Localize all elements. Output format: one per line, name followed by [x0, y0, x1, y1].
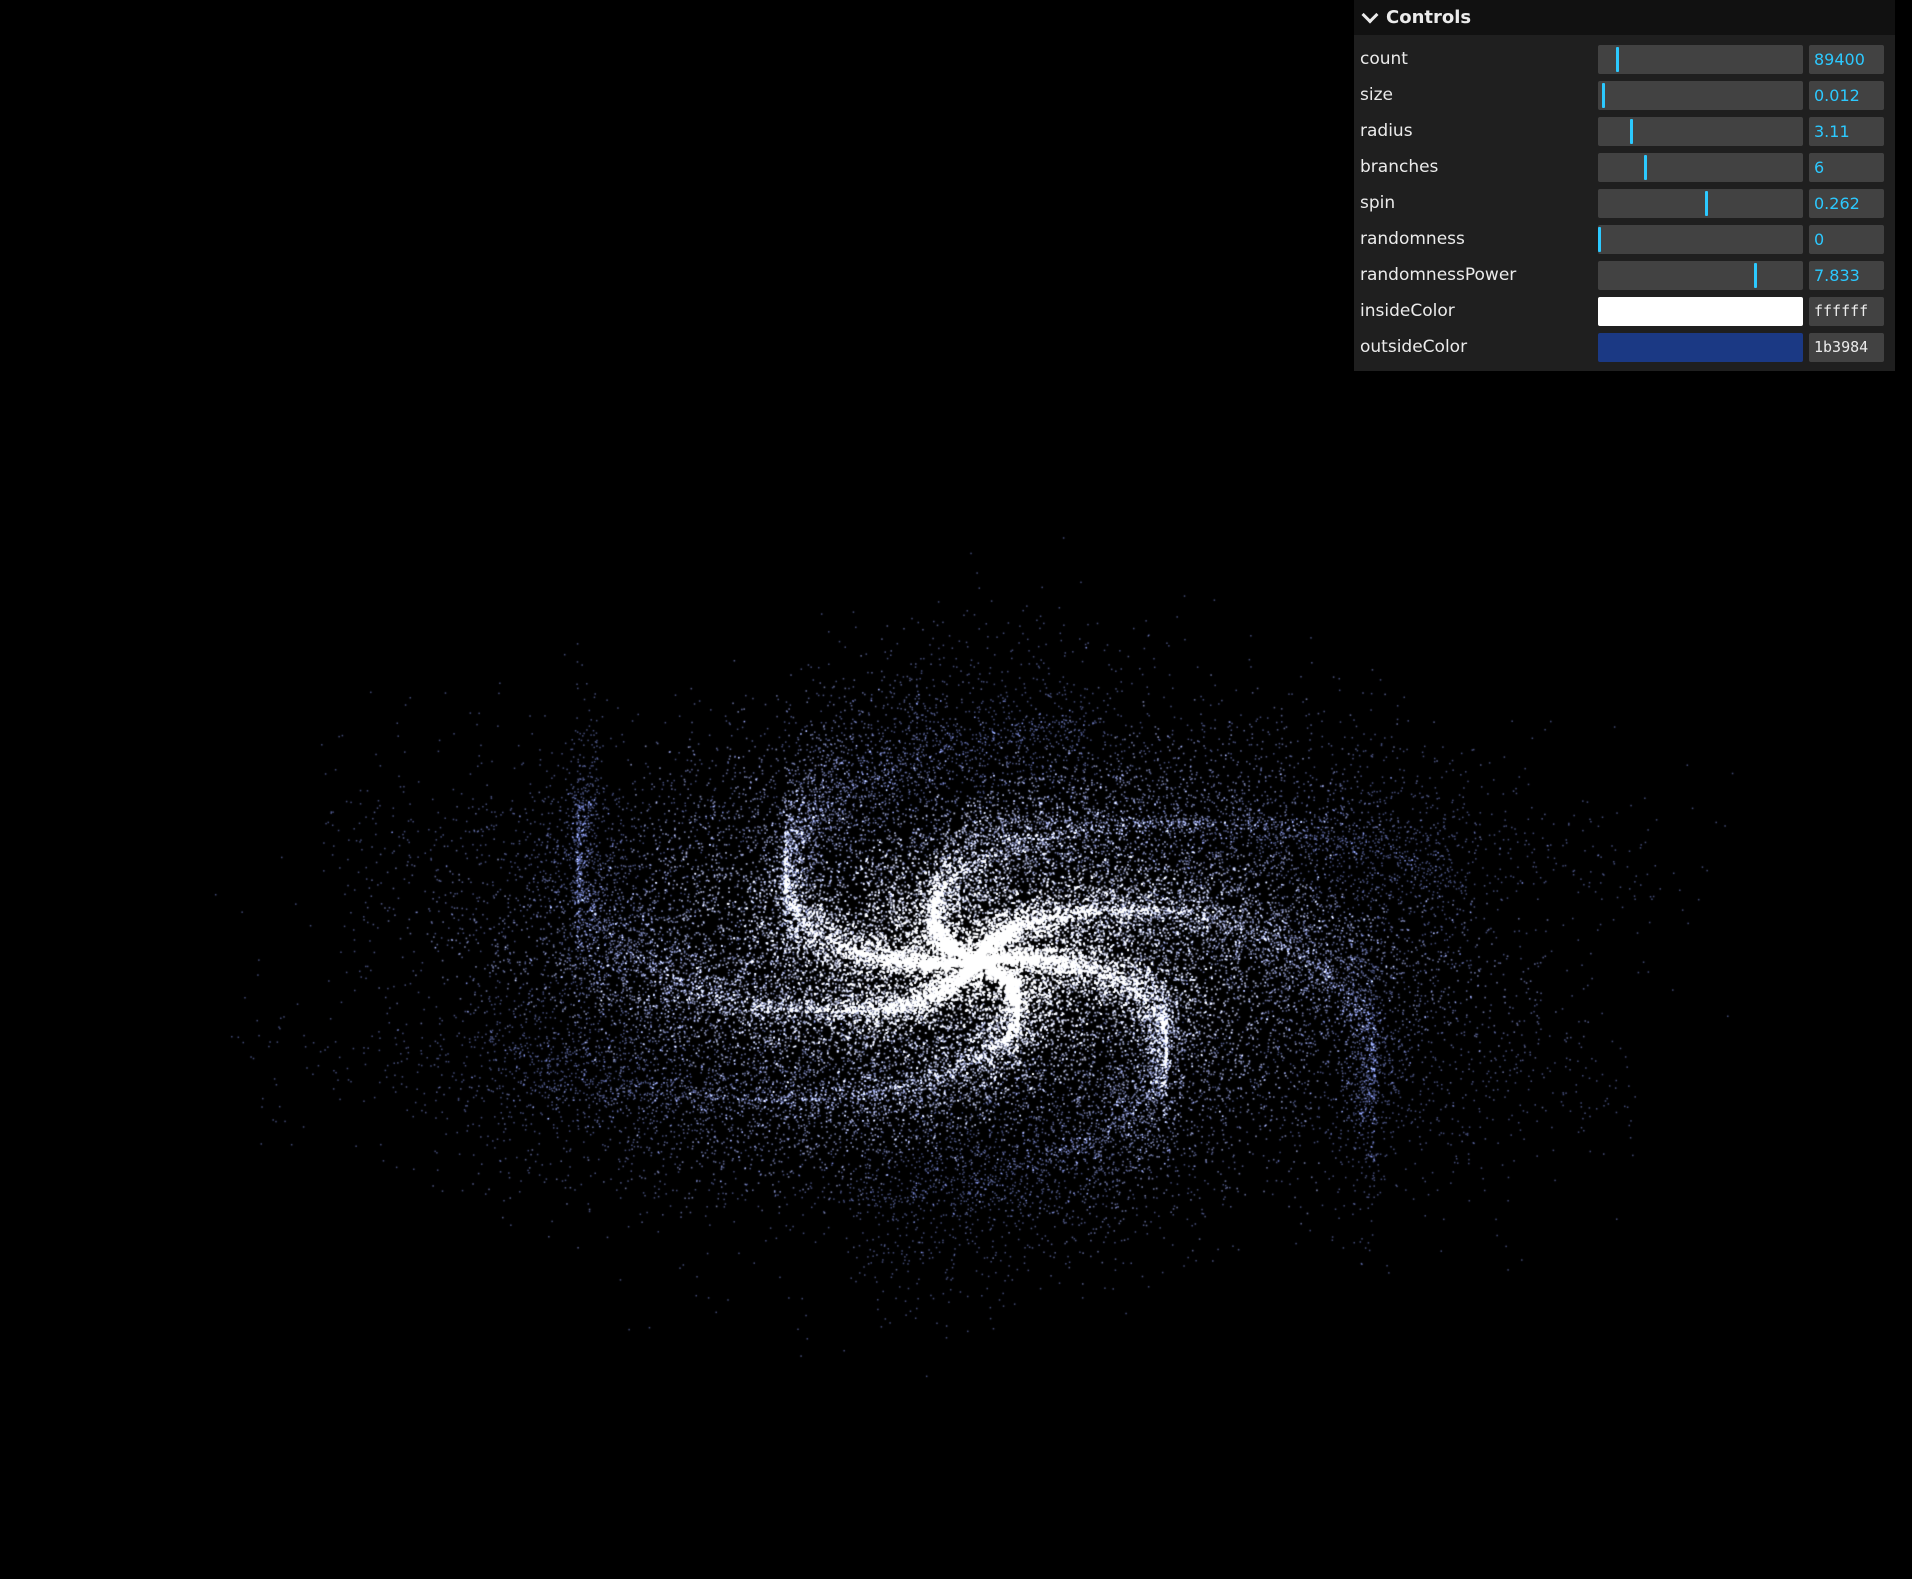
control-label-randomness: randomness — [1360, 229, 1465, 249]
outside-color-hex-input[interactable]: 1b3984 — [1809, 332, 1884, 362]
outside-color-swatch[interactable] — [1598, 332, 1803, 362]
control-row-count: count 89400 — [1360, 41, 1889, 77]
control-label-radius: radius — [1360, 121, 1413, 141]
control-row-spin: spin 0.262 — [1360, 185, 1889, 221]
controls-title: Controls — [1386, 7, 1472, 28]
control-label-count: count — [1360, 49, 1408, 69]
slider-handle[interactable] — [1705, 190, 1708, 216]
size-value-input[interactable]: 0.012 — [1809, 80, 1884, 110]
randomness-slider[interactable] — [1598, 224, 1803, 254]
slider-handle[interactable] — [1644, 154, 1647, 180]
count-slider[interactable] — [1598, 44, 1803, 74]
control-row-outsidecolor: outsideColor 1b3984 — [1360, 329, 1889, 365]
controls-title-bar[interactable]: Controls — [1354, 0, 1895, 35]
randomnesspower-slider[interactable] — [1598, 260, 1803, 290]
slider-handle[interactable] — [1598, 226, 1601, 252]
control-row-insidecolor: insideColor ffffff — [1360, 293, 1889, 329]
controls-panel: Controls count 89400 size 0.012 radius 3… — [1354, 0, 1895, 371]
slider-handle[interactable] — [1602, 82, 1605, 108]
control-row-radius: radius 3.11 — [1360, 113, 1889, 149]
control-label-insidecolor: insideColor — [1360, 301, 1455, 321]
control-row-randomnesspower: randomnessPower 7.833 — [1360, 257, 1889, 293]
randomnesspower-value-input[interactable]: 7.833 — [1809, 260, 1884, 290]
radius-value-input[interactable]: 3.11 — [1809, 116, 1884, 146]
branches-value-input[interactable]: 6 — [1809, 152, 1884, 182]
count-value-input[interactable]: 89400 — [1809, 44, 1884, 74]
slider-handle[interactable] — [1616, 46, 1619, 72]
control-row-randomness: randomness 0 — [1360, 221, 1889, 257]
control-row-branches: branches 6 — [1360, 149, 1889, 185]
slider-handle[interactable] — [1630, 118, 1633, 144]
control-label-outsidecolor: outsideColor — [1360, 337, 1468, 357]
spin-value-input[interactable]: 0.262 — [1809, 188, 1884, 218]
branches-slider[interactable] — [1598, 152, 1803, 182]
inside-color-hex-input[interactable]: ffffff — [1809, 296, 1884, 326]
spin-slider[interactable] — [1598, 188, 1803, 218]
randomness-value-input[interactable]: 0 — [1809, 224, 1884, 254]
radius-slider[interactable] — [1598, 116, 1803, 146]
control-label-size: size — [1360, 85, 1393, 105]
control-label-branches: branches — [1360, 157, 1439, 177]
size-slider[interactable] — [1598, 80, 1803, 110]
inside-color-swatch[interactable] — [1598, 296, 1803, 326]
control-label-spin: spin — [1360, 193, 1396, 213]
slider-handle[interactable] — [1754, 262, 1757, 288]
chevron-down-icon — [1361, 6, 1379, 23]
control-label-randomnesspower: randomnessPower — [1360, 265, 1517, 285]
control-row-size: size 0.012 — [1360, 77, 1889, 113]
